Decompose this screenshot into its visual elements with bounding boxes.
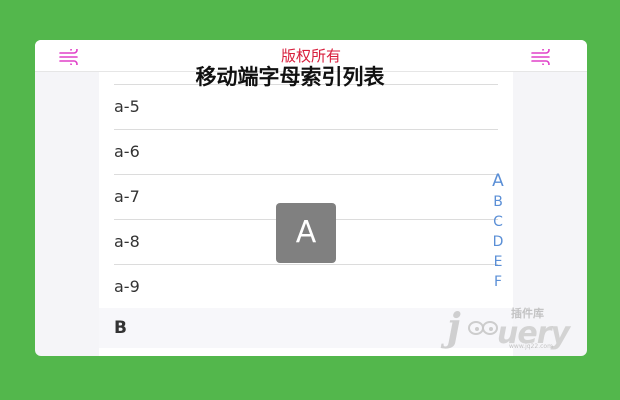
watermark-sub: www.jq22.com (509, 343, 553, 350)
watermark-eyes-icon (468, 321, 498, 335)
list-item[interactable]: a-6 (114, 130, 498, 175)
group-header-label: B (114, 318, 127, 338)
index-letter-a[interactable]: A (487, 170, 509, 192)
wind-icon[interactable] (531, 49, 553, 65)
index-letter-b[interactable]: B (487, 192, 509, 212)
list-item-label: a-5 (114, 97, 140, 116)
index-letter-d[interactable]: D (487, 232, 509, 252)
jquery-watermark-logo: j uery 插件库 www.jq22.com (447, 302, 577, 352)
page-title: 移动端字母索引列表 (195, 65, 385, 89)
list-item-label: a-8 (114, 232, 140, 251)
list-item-label: a-7 (114, 187, 140, 206)
list-item-label: a-6 (114, 142, 140, 161)
list-item[interactable]: a-9 (114, 265, 498, 310)
header-title: 版权所有 (280, 47, 341, 65)
list-item[interactable]: a-5 (114, 85, 498, 130)
alphabet-index-bar[interactable]: A B C D E F (487, 170, 509, 292)
current-letter-overlay: A (276, 203, 336, 263)
index-letter-c[interactable]: C (487, 212, 509, 232)
watermark-cn: 插件库 (511, 307, 544, 320)
index-letter-e[interactable]: E (487, 252, 509, 272)
list-item-label: a-9 (114, 277, 140, 296)
watermark-j: j (447, 304, 461, 349)
index-letter-f[interactable]: F (487, 272, 509, 292)
